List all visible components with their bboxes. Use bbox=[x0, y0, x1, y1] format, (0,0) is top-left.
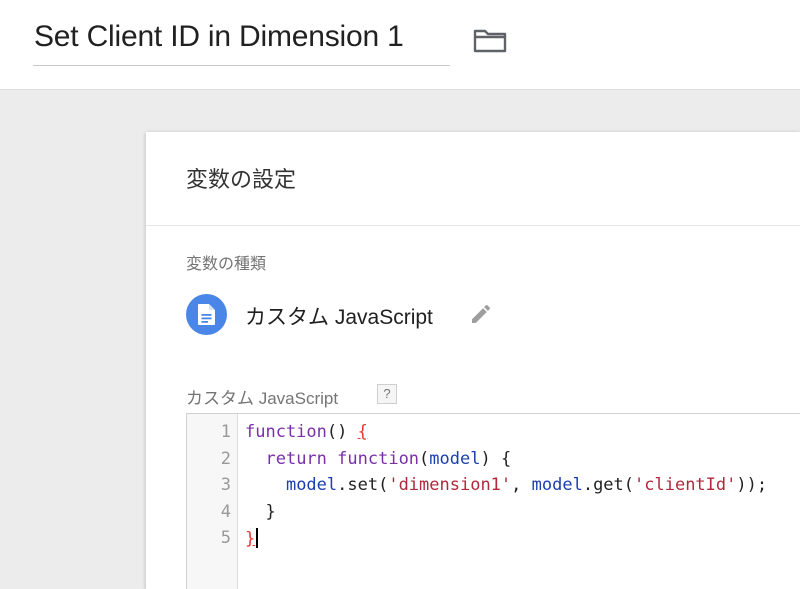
variable-type-label: 変数の種類 bbox=[186, 256, 267, 273]
code-token: ) { bbox=[480, 448, 512, 469]
code-token: model bbox=[531, 475, 583, 495]
variable-config-card: 変数の設定 変数の種類 カスタム JavaScript カスタム JavaScr… bbox=[146, 132, 800, 589]
line-number: 1 bbox=[220, 422, 231, 442]
code-token: model bbox=[429, 448, 481, 469]
line-number: 4 bbox=[220, 501, 231, 522]
code-token: .set( bbox=[337, 475, 389, 495]
code-token: )); bbox=[736, 475, 768, 495]
variable-type-selector[interactable]: カスタム JavaScript bbox=[186, 292, 516, 336]
folder-icon[interactable] bbox=[472, 26, 508, 54]
variable-type-name: カスタム JavaScript bbox=[245, 306, 433, 329]
code-editor[interactable]: 12345 function() { return function(model… bbox=[186, 413, 800, 589]
code-token: } bbox=[245, 501, 276, 522]
code-token: function bbox=[337, 448, 420, 469]
code-token: model bbox=[285, 475, 338, 495]
code-token: { bbox=[357, 422, 368, 442]
line-number: 5 bbox=[220, 528, 231, 548]
line-number: 2 bbox=[220, 448, 231, 469]
code-token: } bbox=[245, 529, 256, 549]
line-number: 3 bbox=[220, 475, 231, 495]
code-line[interactable]: return function(model) { bbox=[245, 449, 511, 469]
code-token: return bbox=[265, 448, 327, 469]
line-number-gutter: 1 2 3 4 5 bbox=[187, 414, 238, 589]
header-bar: Set Client ID in Dimension 1 bbox=[0, 0, 800, 90]
custom-javascript-label: カスタム JavaScript bbox=[186, 389, 339, 408]
code-token: ( bbox=[419, 448, 430, 469]
card-divider bbox=[146, 225, 800, 226]
code-token: , bbox=[511, 475, 532, 495]
code-line[interactable]: } bbox=[245, 528, 259, 549]
code-token: 'dimension1' bbox=[388, 475, 512, 495]
code-token: .get( bbox=[582, 475, 635, 495]
code-line[interactable]: model.set('dimension1', model.get('clien… bbox=[245, 475, 767, 495]
help-icon[interactable]: ? bbox=[377, 384, 397, 404]
document-icon bbox=[186, 294, 227, 335]
code-token: function bbox=[245, 422, 327, 442]
card-title: 変数の設定 bbox=[186, 167, 297, 192]
code-line[interactable]: function() { bbox=[245, 422, 368, 442]
code-token: () bbox=[326, 422, 358, 442]
variable-name-text[interactable]: Set Client ID in Dimension 1 bbox=[34, 20, 404, 54]
code-token: 'clientId' bbox=[634, 475, 737, 495]
pencil-icon[interactable] bbox=[469, 302, 493, 326]
variable-name-field[interactable]: Set Client ID in Dimension 1 bbox=[33, 18, 450, 66]
text-cursor bbox=[256, 528, 259, 548]
code-line[interactable]: } bbox=[245, 501, 276, 522]
